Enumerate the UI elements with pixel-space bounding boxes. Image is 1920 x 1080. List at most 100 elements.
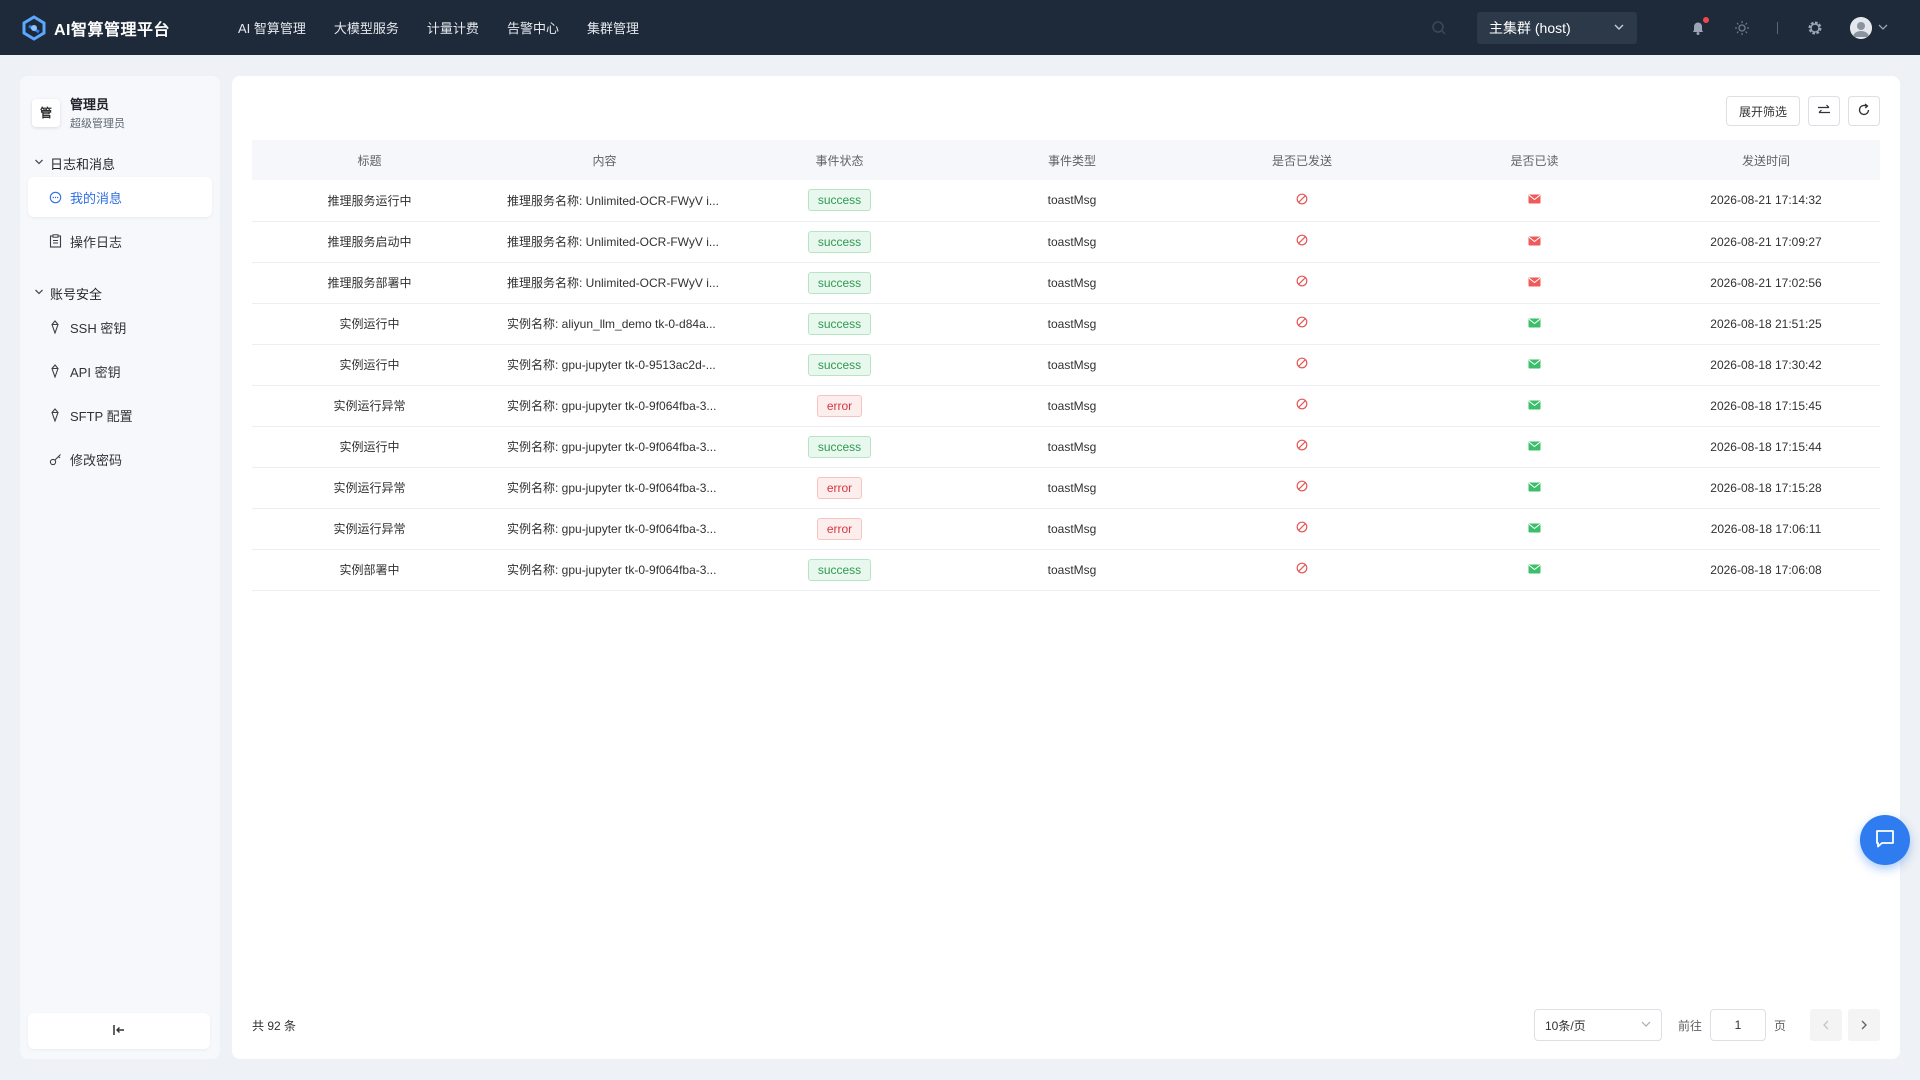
table-row[interactable]: 实例运行异常 实例名称: gpu-jupyter tk-0-9f064fba-3.… [252,508,1880,549]
table-row[interactable]: 推理服务启动中 推理服务名称: Unlimited-OCR-FWyV i... su… [252,221,1880,262]
cell-status: success [722,426,957,467]
not-sent-icon [1296,275,1308,290]
cell-read [1417,262,1652,303]
sidebar-item-label: SFTP 配置 [70,408,133,424]
column-header-content[interactable]: 内容 [487,140,722,180]
column-settings-button[interactable] [1808,96,1840,126]
cell-time: 2026-08-18 17:15:45 [1710,398,1822,413]
unread-mail-icon [1528,276,1541,290]
cell-content: 推理服务名称: Unlimited-OCR-FWyV i... [507,235,719,249]
cell-title: 实例运行异常 [333,399,406,413]
table-row[interactable]: 实例部署中 实例名称: gpu-jupyter tk-0-9f064fba-3..… [252,549,1880,590]
prev-page-button[interactable] [1810,1009,1842,1041]
cell-status: success [722,221,957,262]
menu-group-logs: 日志和消息 我的消息 操作日志 [20,153,220,261]
not-sent-icon [1296,521,1308,536]
column-header-type[interactable]: 事件类型 [957,140,1187,180]
unread-mail-icon [1528,235,1541,249]
swap-icon [1817,104,1831,119]
refresh-icon [1857,102,1871,120]
table-header-row: 标题 内容 事件状态 事件类型 是否已发送 是否已读 发送时间 [252,140,1880,180]
bell-icon[interactable] [1689,16,1709,37]
cell-type: toastMsg [1047,480,1097,495]
sidebar-item-label: API 密钥 [70,364,121,380]
logo[interactable]: AI智算管理平台 [20,14,200,42]
status-badge: success [807,189,872,212]
main-panel: 展开筛选 标题 内容 事件状态 事件类型 是否已发送 是否已读 发送时间 推理服… [232,76,1900,1059]
page-number-input[interactable] [1709,1009,1766,1041]
chevron-down-icon [1613,20,1625,36]
expand-filter-button[interactable]: 展开筛选 [1725,96,1800,126]
cell-time: 2026-08-18 21:51:25 [1710,316,1822,331]
user-menu[interactable] [1850,16,1888,39]
sidebar-item-label: SSH 密钥 [70,320,127,336]
cell-status: error [722,467,957,508]
nav-cluster-management[interactable]: 集群管理 [587,18,639,37]
refresh-button[interactable] [1848,96,1880,126]
cell-read [1417,549,1652,590]
cell-type: toastMsg [1047,275,1097,290]
column-header-sent[interactable]: 是否已发送 [1187,140,1417,180]
cell-content: 实例名称: aliyun_llm_demo tk-0-d84a... [507,317,716,331]
sidebar-item-my-messages[interactable]: 我的消息 [28,177,212,217]
table-row[interactable]: 实例运行中 实例名称: aliyun_llm_demo tk-0-d84a... s… [252,303,1880,344]
column-header-title[interactable]: 标题 [252,140,487,180]
nav-llm-service[interactable]: 大模型服务 [334,18,399,37]
read-mail-icon [1528,317,1541,331]
table-row[interactable]: 实例运行中 实例名称: gpu-jupyter tk-0-9513ac2d-...… [252,344,1880,385]
table-row[interactable]: 实例运行中 实例名称: gpu-jupyter tk-0-9f064fba-3..… [252,426,1880,467]
menu-group-title-security[interactable]: 账号安全 [20,283,220,303]
cluster-select[interactable]: 主集群 (host) [1477,11,1637,44]
unread-mail-icon [1528,193,1541,207]
next-page-button[interactable] [1848,1009,1880,1041]
sidebar-item-label: 操作日志 [70,234,123,250]
avatar [1850,16,1872,39]
table-row[interactable]: 推理服务部署中 推理服务名称: Unlimited-OCR-FWyV i... su… [252,262,1880,303]
sidebar-item-sftp-config[interactable]: SFTP 配置 [28,395,212,435]
key-icon [48,364,62,378]
cell-time: 2026-08-18 17:06:11 [1710,521,1822,536]
nav-billing[interactable]: 计量计费 [427,18,479,37]
profile-name: 管理员 [70,97,110,112]
cell-content: 实例名称: gpu-jupyter tk-0-9f064fba-3... [507,440,717,454]
table-row[interactable]: 实例运行异常 实例名称: gpu-jupyter tk-0-9f064fba-3.… [252,385,1880,426]
not-sent-icon [1296,316,1308,331]
cell-content: 实例名称: gpu-jupyter tk-0-9f064fba-3... [507,522,717,536]
menu-group-title-logs[interactable]: 日志和消息 [20,153,220,173]
table-row[interactable]: 实例运行异常 实例名称: gpu-jupyter tk-0-9f064fba-3.… [252,467,1880,508]
sidebar-item-api-key[interactable]: API 密钥 [28,351,212,391]
collapse-sidebar-button[interactable] [28,1013,210,1049]
gear-icon[interactable] [1806,19,1824,37]
notification-dot [1703,16,1709,23]
chevron-down-icon [34,157,44,170]
cell-content: 实例名称: gpu-jupyter tk-0-9f064fba-3... [507,481,717,495]
not-sent-icon [1296,439,1308,454]
table-row[interactable]: 推理服务运行中 推理服务名称: Unlimited-OCR-FWyV i... su… [252,180,1880,221]
cell-read [1417,303,1652,344]
sun-icon[interactable] [1733,19,1751,37]
read-mail-icon [1528,563,1541,577]
nav-alert-center[interactable]: 告警中心 [507,18,559,37]
nav-ai-compute[interactable]: AI 智算管理 [238,18,306,37]
sidebar-item-ssh-key[interactable]: SSH 密钥 [28,307,212,347]
search-icon[interactable] [1431,20,1447,36]
cell-time: 2026-08-18 17:15:44 [1710,439,1822,454]
sidebar-item-change-password[interactable]: 修改密码 [28,439,212,479]
not-sent-icon [1296,480,1308,495]
chat-icon [1874,829,1896,852]
page-size-select[interactable]: 10条/页 [1533,1009,1662,1041]
sidebar-item-operation-log[interactable]: 操作日志 [28,221,212,261]
chevron-down-icon [1641,1018,1651,1032]
logo-icon [20,14,48,42]
column-header-time[interactable]: 发送时间 [1652,140,1880,180]
cell-sent [1187,385,1417,426]
column-header-status[interactable]: 事件状态 [722,140,957,180]
chat-button[interactable] [1860,815,1910,865]
column-header-read[interactable]: 是否已读 [1417,140,1652,180]
cell-title: 实例运行中 [339,358,400,372]
read-mail-icon [1528,481,1541,495]
cell-sent [1187,221,1417,262]
message-icon [48,190,62,204]
read-mail-icon [1528,440,1541,454]
read-mail-icon [1528,358,1541,372]
